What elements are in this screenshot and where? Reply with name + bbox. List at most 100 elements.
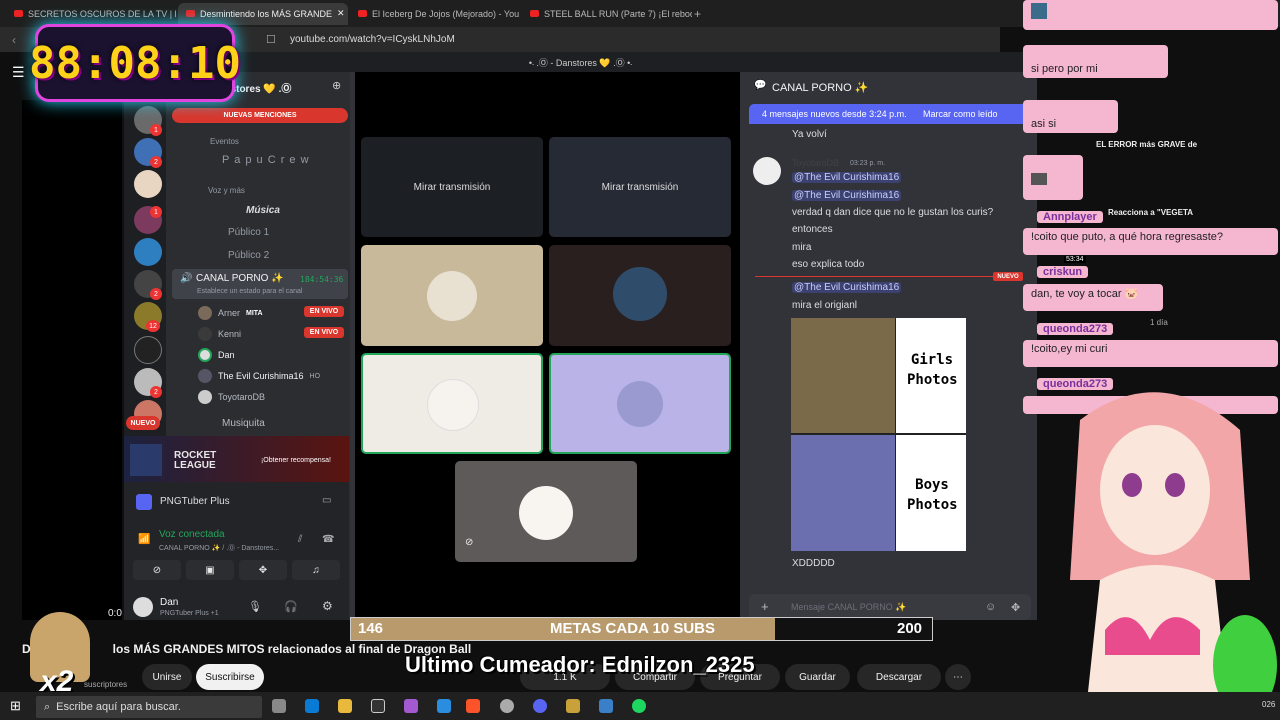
channel-status[interactable]: Establece un estado para el canal <box>197 288 302 295</box>
voice-user[interactable]: ToyotaroDB <box>198 390 265 404</box>
share-screen-button[interactable]: ▣ <box>186 560 234 580</box>
voice-user[interactable]: Dan <box>198 348 235 362</box>
app-icon[interactable] <box>566 699 580 713</box>
more-button[interactable]: ⋯ <box>945 664 971 690</box>
goal-label: METAS CADA 10 SUBS <box>550 620 716 637</box>
stream-tile[interactable]: Mirar transmisión <box>549 137 731 237</box>
app-icon[interactable] <box>599 699 613 713</box>
settings-icon[interactable]: ⚙ <box>322 599 333 613</box>
voice-user[interactable]: Kenni <box>198 327 241 341</box>
back-icon[interactable]: ‹ <box>12 33 16 47</box>
claim-reward-button[interactable]: ¡Obtener recompensa! <box>252 453 340 467</box>
join-button[interactable]: Unirse <box>142 664 192 690</box>
server-icon[interactable] <box>134 170 162 198</box>
app-icon[interactable] <box>500 699 514 713</box>
my-avatar[interactable] <box>133 597 153 617</box>
notepad-icon[interactable] <box>371 699 385 713</box>
voice-connected[interactable]: Voz conectada <box>159 529 225 540</box>
user-tile[interactable]: ⊘ <box>455 461 637 562</box>
new-divider-label: NUEVO <box>993 272 1023 281</box>
rec-title[interactable]: EL ERROR más GRAVE de <box>1096 140 1206 149</box>
browser-tab-active[interactable]: Desmintiendo los MÁS GRANDE ✕ <box>178 2 348 25</box>
user-tile-speaking[interactable] <box>549 353 731 454</box>
channel-publico-1[interactable]: Público 1 <box>228 227 269 238</box>
download-button[interactable]: Descargar <box>857 664 941 690</box>
spotify-icon[interactable] <box>632 699 646 713</box>
chat-username: queonda273 <box>1037 323 1114 335</box>
channel-papu-crew[interactable]: P a p u C r e w <box>222 154 310 166</box>
discord-icon[interactable] <box>533 699 547 713</box>
headphones-icon[interactable]: 🎧 <box>284 600 298 613</box>
author-avatar[interactable] <box>753 157 781 185</box>
rec-age: 1 día <box>1150 318 1168 327</box>
app-icon[interactable] <box>437 699 451 713</box>
channel-publico-2[interactable]: Público 2 <box>228 250 269 261</box>
stream-tile[interactable]: Mirar transmisión <box>361 137 543 237</box>
close-tab-icon[interactable]: ✕ <box>337 8 345 19</box>
mention[interactable]: @The Evil Curishima16 <box>792 172 902 183</box>
edge-icon[interactable] <box>305 699 319 713</box>
server-badge: 2 <box>150 156 162 168</box>
add-friend-icon[interactable]: ⊕ <box>332 79 341 92</box>
task-view-icon[interactable] <box>272 699 286 713</box>
save-button[interactable]: Guardar <box>785 664 850 690</box>
browser-tab[interactable]: SECRETOS OSCUROS DE LA TV | REC <box>6 3 176 25</box>
user-tile[interactable] <box>549 245 731 346</box>
mark-read-button[interactable]: Marcar como leído <box>923 109 998 119</box>
server-icon[interactable] <box>134 238 162 266</box>
category-events[interactable]: Eventos <box>210 137 239 146</box>
server-badge: 12 <box>146 320 160 332</box>
rec-title[interactable]: Reacciona a "VEGETA <box>1108 208 1193 217</box>
mic-icon[interactable]: 🎙 <box>248 600 262 613</box>
voice-user[interactable]: The Evil Curishima16 HO <box>198 369 320 383</box>
soundboard-button[interactable]: ♫ <box>292 560 340 580</box>
avatar <box>198 390 212 404</box>
promo-brand: ROCKET LEAGUE <box>174 450 217 471</box>
channel-musica[interactable]: Música <box>246 205 280 216</box>
activities-button[interactable]: ✥ <box>239 560 287 580</box>
channel-musiquita[interactable]: Musiquita <box>222 418 265 429</box>
windows-start-icon[interactable]: ⊞ <box>10 698 21 714</box>
taskbar-search[interactable]: ⌕ Escribe aquí para buscar. <box>36 696 262 718</box>
rocket-league-image <box>130 444 162 476</box>
url-field[interactable]: youtube.com/watch?v=ICyskLNhJoM <box>290 34 455 45</box>
video-player[interactable] <box>22 100 122 620</box>
folder-icon[interactable] <box>338 699 352 713</box>
chat-username: criskun <box>1037 266 1089 278</box>
new-tab-icon[interactable]: + <box>694 7 701 21</box>
camera-off-button[interactable]: ⊘ <box>133 560 181 580</box>
menu-icon[interactable]: ☰ <box>12 64 25 81</box>
add-attachment-icon[interactable]: + <box>761 599 769 614</box>
emoji-icon[interactable]: ☺ <box>985 601 996 613</box>
chat-sticker <box>1031 173 1047 185</box>
server-icon[interactable] <box>134 336 162 364</box>
discord-title-bar: •܁ .Ⓞ - Danstores 💛 .Ⓞ •܁ <box>124 52 1037 72</box>
noise-suppression-icon[interactable]: ⫽ <box>298 534 302 545</box>
youtube-icon <box>358 10 367 17</box>
message-text: eso explica todo <box>792 259 865 270</box>
voice-user[interactable]: Arner MITA <box>198 306 263 320</box>
watch-stream-label: Mirar transmisión <box>601 182 679 193</box>
subscribe-button[interactable]: Suscribirse <box>196 664 264 690</box>
category-voice[interactable]: Voz y más <box>208 186 245 195</box>
browser-tab[interactable]: STEEL BALL RUN (Parte 7) ¡El reboot <box>522 3 692 25</box>
user-tile-speaking[interactable] <box>361 353 543 454</box>
mention[interactable]: @The Evil Curishima16 <box>792 282 902 293</box>
brave-icon[interactable] <box>466 699 480 713</box>
mention[interactable]: @The Evil Curishima16 <box>792 190 902 201</box>
disconnect-icon[interactable]: ☎ <box>322 534 334 545</box>
muted-icon: ⊘ <box>465 537 474 548</box>
message-text: Ya volví <box>792 129 827 140</box>
browser-tab[interactable]: El Iceberg De Jojos (Mejorado) - You <box>350 3 520 25</box>
app-icon[interactable] <box>404 699 418 713</box>
girl-drawing <box>791 318 895 433</box>
bookmark-icon[interactable]: ☐ <box>266 33 276 46</box>
new-mentions-button[interactable]: NUEVAS MENCIONES <box>172 108 348 123</box>
apps-icon[interactable]: ✥ <box>1011 601 1020 614</box>
meme-image[interactable]: Girls Photos Boys Photos <box>791 318 966 551</box>
vtuber-avatar <box>1070 392 1277 720</box>
user-tile[interactable] <box>361 245 543 346</box>
screen-share-icon[interactable]: ▭ <box>322 495 331 506</box>
activity-name[interactable]: PNGTuber Plus <box>160 496 230 507</box>
message-author[interactable]: ToyotaroDB <box>792 158 839 168</box>
